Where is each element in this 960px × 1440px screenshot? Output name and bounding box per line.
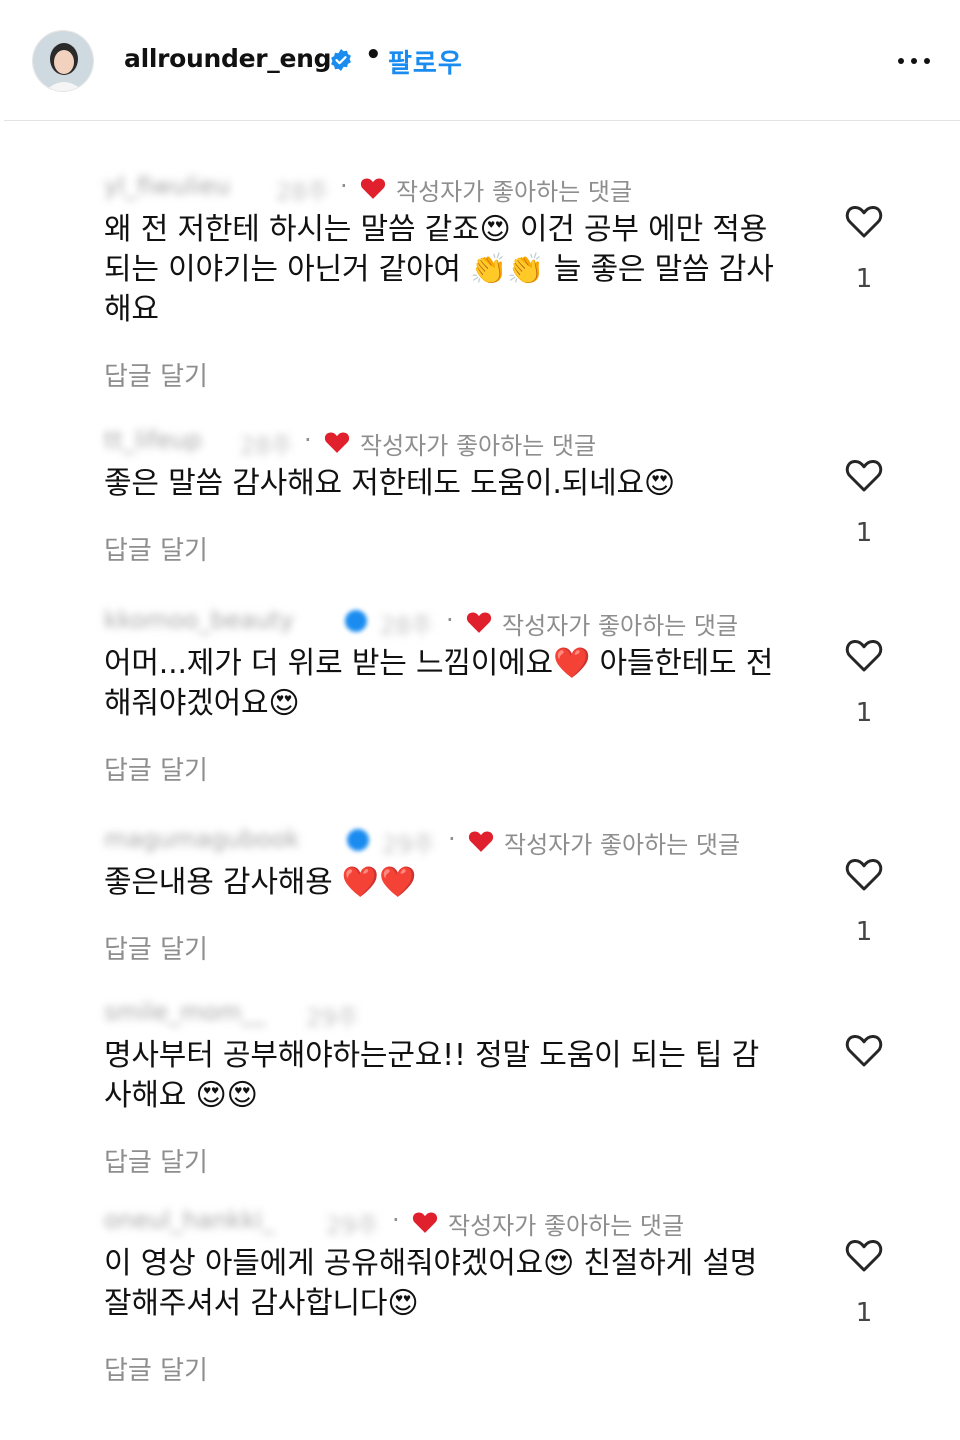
comment-meta: yl_fiwulieu 28주 · 작성자가 좋아하는 댓글 — [104, 170, 924, 206]
comment-like-count: 1 — [855, 1298, 873, 1328]
comment-text: 이 영상 아들에게 공유해줘야겠어요😍 친절하게 설명 잘해주셔서 감사합니다😍 — [104, 1246, 758, 1321]
creator-liked-heart-icon — [324, 432, 350, 453]
comment-time: 29주 — [306, 1004, 359, 1032]
comment-item: magumagubook 29주 · 작성자가 좋아하는 댓글 좋은내용 감사해… — [104, 823, 924, 966]
header-separator: • — [365, 40, 382, 70]
comment-meta: smile_mom__ 29주 — [104, 996, 924, 1032]
comment-username[interactable]: kkomoo_beauty — [104, 606, 294, 634]
creator-liked-heart-icon — [360, 178, 386, 199]
comment-time: 29주 — [382, 831, 435, 859]
header-divider — [4, 120, 960, 121]
meta-separator: · — [392, 1206, 400, 1234]
creator-liked-label: 작성자가 좋아하는 댓글 — [504, 831, 741, 859]
meta-separator: · — [448, 825, 456, 853]
meta-separator: · — [304, 426, 312, 454]
creator-liked-label: 작성자가 좋아하는 댓글 — [502, 612, 739, 640]
verified-badge-icon — [331, 49, 351, 71]
post-author-username[interactable]: allrounder_eng — [124, 44, 332, 73]
follow-button[interactable]: 팔로우 — [388, 43, 463, 80]
comment-like-heart-icon[interactable] — [844, 456, 884, 494]
reply-button[interactable]: 답글 달기 — [104, 929, 924, 966]
verified-badge-icon — [347, 829, 369, 851]
comment-item: smile_mom__ 29주 명사부터 공부해야하는군요!! 정말 도움이 되… — [104, 996, 924, 1179]
comment-like-count: 1 — [855, 698, 873, 728]
comment-like-count: 1 — [855, 264, 873, 294]
comment-username[interactable]: tt_lifeup — [104, 426, 202, 454]
comment-text: 좋은 말씀 감사해요 저한테도 도움이.되네요😍 — [104, 466, 675, 501]
reply-button[interactable]: 답글 달기 — [104, 356, 924, 393]
comment-meta: magumagubook 29주 · 작성자가 좋아하는 댓글 — [104, 823, 924, 859]
comment-item: tt_lifeup 28주 · 작성자가 좋아하는 댓글 좋은 말씀 감사해요 … — [104, 424, 924, 567]
comment-like-heart-icon[interactable] — [844, 636, 884, 674]
comment-item: oneul_hankki_ 29주 · 작성자가 좋아하는 댓글 이 영상 아들… — [104, 1204, 924, 1387]
comment-username[interactable]: oneul_hankki_ — [104, 1206, 274, 1234]
reply-button[interactable]: 답글 달기 — [104, 750, 924, 787]
comment-item: kkomoo_beauty 28주 · 작성자가 좋아하는 댓글 어머...제가… — [104, 604, 924, 787]
comment-username[interactable]: yl_fiwulieu — [104, 172, 230, 200]
meta-separator: · — [340, 172, 348, 200]
reply-button[interactable]: 답글 달기 — [104, 1142, 924, 1179]
creator-liked-label: 작성자가 좋아하는 댓글 — [396, 178, 633, 206]
comment-username[interactable]: smile_mom__ — [104, 998, 265, 1026]
comment-time: 28주 — [380, 612, 433, 640]
meta-separator: · — [446, 606, 454, 634]
comment-text: 좋은내용 감사해용 ❤️❤️ — [104, 865, 417, 900]
reply-button[interactable]: 답글 달기 — [104, 530, 924, 567]
comment-time: 29주 — [326, 1212, 379, 1240]
creator-liked-heart-icon — [468, 831, 494, 852]
comment-meta: tt_lifeup 28주 · 작성자가 좋아하는 댓글 — [104, 424, 924, 460]
comment-text: 어머...제가 더 위로 받는 느낌이에요❤️ 아들한테도 전해줘야겠어요😍 — [104, 646, 774, 721]
profile-avatar[interactable] — [32, 30, 94, 92]
comment-like-count: 1 — [855, 917, 873, 947]
comment-like-count: 1 — [855, 518, 873, 548]
comment-time: 28주 — [276, 178, 329, 206]
comment-text: 왜 전 저한테 하시는 말씀 같죠😍 이건 공부 에만 적용되는 이야기는 아닌… — [104, 212, 774, 327]
comment-text: 명사부터 공부해야하는군요!! 정말 도움이 되는 팁 감사해요 😍😍 — [104, 1038, 760, 1113]
comment-username[interactable]: magumagubook — [104, 825, 300, 853]
post-header: allrounder_eng • 팔로우 — [0, 0, 960, 120]
reply-button[interactable]: 답글 달기 — [104, 1350, 924, 1387]
comment-like-heart-icon[interactable] — [844, 1236, 884, 1274]
creator-liked-heart-icon — [466, 612, 492, 633]
more-options-icon[interactable] — [896, 58, 934, 68]
comment-like-heart-icon[interactable] — [844, 202, 884, 240]
creator-liked-heart-icon — [412, 1212, 438, 1233]
comment-like-heart-icon[interactable] — [844, 855, 884, 893]
verified-badge-icon — [345, 610, 367, 632]
comment-meta: kkomoo_beauty 28주 · 작성자가 좋아하는 댓글 — [104, 604, 924, 640]
creator-liked-label: 작성자가 좋아하는 댓글 — [448, 1212, 685, 1240]
comment-time: 28주 — [240, 432, 293, 460]
comment-meta: oneul_hankki_ 29주 · 작성자가 좋아하는 댓글 — [104, 1204, 924, 1240]
comment-item: yl_fiwulieu 28주 · 작성자가 좋아하는 댓글 왜 전 저한테 하… — [104, 170, 924, 393]
comment-like-heart-icon[interactable] — [844, 1031, 884, 1069]
creator-liked-label: 작성자가 좋아하는 댓글 — [360, 432, 597, 460]
